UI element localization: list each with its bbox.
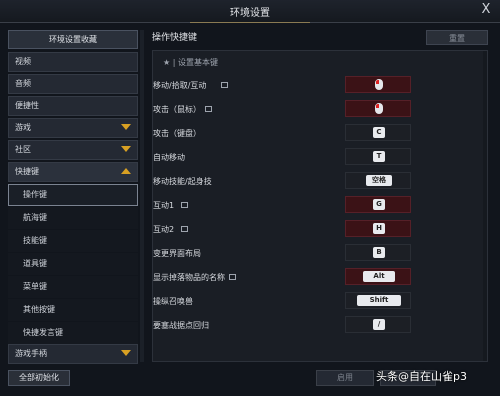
reset-all-button[interactable]: 全部初始化 [8,370,70,386]
reset-button[interactable]: 重置 [426,30,488,45]
hotkey-row: 显示掉落物品的名称 Alt [153,268,489,290]
hotkey-row: 攻击（键盘） C [153,124,489,146]
sidebar-subitem-other-keys[interactable]: 其他按键 [8,299,138,321]
lock-icon [181,226,188,232]
hotkey-label: 攻击（鼠标） [153,105,201,114]
section-header: ★ | 设置基本键 [163,58,218,67]
key-binding-slot[interactable]: / [345,316,411,333]
hotkey-label: 要塞战据点回归 [153,321,209,330]
keycap: / [373,319,385,330]
sidebar-subitem-item-keys[interactable]: 道具键 [8,253,138,275]
keycap: T [373,151,385,162]
panel-scrollbar[interactable] [483,51,487,361]
key-binding-slot[interactable]: Alt [345,268,411,285]
key-binding-slot[interactable] [345,76,411,93]
sidebar-subitem-menu-keys[interactable]: 菜单键 [8,276,138,298]
key-binding-slot[interactable] [345,100,411,117]
key-binding-slot[interactable]: G [345,196,411,213]
sidebar-item-community[interactable]: 社区 [8,140,138,160]
sidebar-scrollbar[interactable] [140,30,144,362]
sidebar-item-hotkeys[interactable]: 快捷键 [8,162,138,182]
sidebar-item-label: 游戏手柄 [15,349,47,358]
keycap: Alt [363,271,395,282]
lock-icon [181,202,188,208]
chevron-down-icon [121,124,131,130]
hotkey-label: 变更界面布局 [153,249,201,258]
key-binding-slot[interactable]: T [345,148,411,165]
hotkey-label: 移动/拾取/互动 [153,81,207,90]
chevron-down-icon [121,146,131,152]
watermark: 头条@自在山雀p3 [376,370,467,383]
sidebar-item-convenience[interactable]: 便捷性 [8,96,138,116]
apply-button[interactable]: 启用 [316,370,374,386]
sidebar-item-label: 游戏 [15,123,31,132]
sidebar-subitem-operation-keys[interactable]: 操作键 [8,184,138,206]
mouse-icon [375,79,383,90]
hotkey-row: 移动技能/起身技 空格 [153,172,489,194]
keycap: G [373,199,385,210]
window-title: 环境设置 [230,8,270,19]
hotkey-row: 攻击（鼠标） [153,100,489,122]
sidebar-item-audio[interactable]: 音频 [8,74,138,94]
keycap: Shift [357,295,401,306]
hotkey-row: 自动移动 T [153,148,489,170]
settings-sidebar: 环境设置收藏 视频 音频 便捷性 游戏 社区 快捷键 操作键 航海键 技能键 道… [8,30,138,364]
chevron-down-icon [121,350,131,356]
title-ornament [190,18,310,23]
hotkey-panel: 操作快捷键 重置 ★ | 设置基本键 移动/拾取/互动 攻击（鼠标） 攻击（键盘） C… [152,30,488,362]
keycap: C [373,127,385,138]
hotkey-row: 操纵召唤兽 Shift [153,292,489,314]
chevron-up-icon [121,168,131,174]
key-binding-slot[interactable]: B [345,244,411,261]
key-binding-slot[interactable]: 空格 [345,172,411,189]
close-icon[interactable]: X [478,2,494,18]
sidebar-item-label: 音频 [15,79,31,88]
hotkey-label: 互动2 [153,225,175,234]
lock-icon [221,82,228,88]
keycap: B [373,247,385,258]
hotkey-label: 攻击（键盘） [153,129,201,138]
hotkey-label: 移动技能/起身技 [153,177,212,186]
hotkey-row: 互动1 G [153,196,489,218]
mouse-icon [375,103,383,114]
favorites-button[interactable]: 环境设置收藏 [8,30,138,49]
hotkey-row: 变更界面布局 B [153,244,489,266]
sidebar-item-game[interactable]: 游戏 [8,118,138,138]
hotkey-list: ★ | 设置基本键 移动/拾取/互动 攻击（鼠标） 攻击（键盘） C 自动移动 T 移动技能… [152,50,488,362]
lock-icon [205,106,212,112]
lock-icon [229,274,236,280]
star-icon[interactable]: ★ [163,58,170,67]
hotkey-row: 互动2 H [153,220,489,242]
sidebar-item-label: 社区 [15,145,31,154]
section-title: 设置基本键 [177,58,218,67]
sidebar-item-gamepad[interactable]: 游戏手柄 [8,344,138,364]
keycap: H [373,223,385,234]
hotkey-label: 操纵召唤兽 [153,297,193,306]
sidebar-item-label: 快捷键 [15,167,39,176]
hotkey-label: 互动1 [153,201,175,210]
sidebar-item-label: 便捷性 [15,101,39,110]
sidebar-subitem-skill-keys[interactable]: 技能键 [8,230,138,252]
key-binding-slot[interactable]: C [345,124,411,141]
title-bar: 环境设置 X [0,0,500,23]
key-binding-slot[interactable]: H [345,220,411,237]
hotkey-row: 要塞战据点回归 / [153,316,489,338]
sidebar-item-label: 视频 [15,57,31,66]
sidebar-item-video[interactable]: 视频 [8,52,138,72]
hotkey-row: 移动/拾取/互动 [153,76,489,98]
hotkey-label: 显示掉落物品的名称 [153,273,225,282]
sidebar-subitem-chat-keys[interactable]: 快捷发言键 [8,322,138,344]
sidebar-subitem-sailing-keys[interactable]: 航海键 [8,207,138,229]
hotkey-label: 自动移动 [153,153,185,162]
settings-window: 环境设置 X 环境设置收藏 视频 音频 便捷性 游戏 社区 快捷键 操作键 航海… [0,0,500,396]
key-binding-slot[interactable]: Shift [345,292,411,309]
keycap: 空格 [366,175,392,186]
